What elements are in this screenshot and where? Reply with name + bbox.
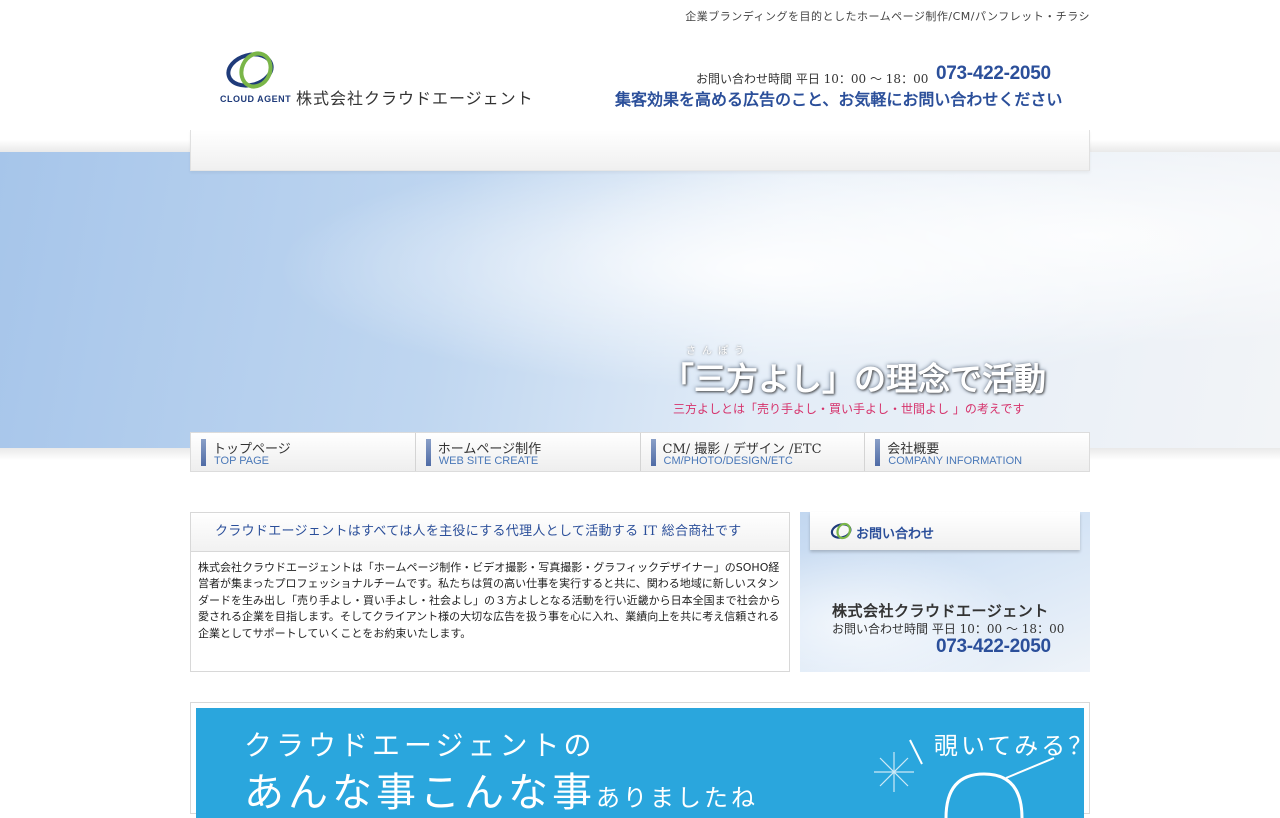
- banner-line2: あんな事こんな事ありましたね: [244, 760, 758, 818]
- nav-bar-icon: [201, 439, 206, 466]
- nav-label-en: WEB SITE CREATE: [438, 455, 539, 467]
- intro-heading: クラウドエージェントはすべては人を主役にする代理人として活動する IT 総合商社…: [191, 513, 789, 552]
- works-banner[interactable]: クラウドエージェントの あんな事こんな事ありましたね 覗いてみる？: [196, 708, 1084, 818]
- contact-box-title: お問い合わせ: [856, 527, 935, 542]
- contact-pitch: 集客効果を高める広告のこと、お気軽にお問い合わせください: [615, 90, 1063, 109]
- nav-label-en: CM/PHOTO/DESIGN/ETC: [663, 455, 793, 467]
- nav-label-en: TOP PAGE: [214, 455, 270, 467]
- hero-top-strip: [190, 130, 1090, 171]
- contact-box[interactable]: お問い合わせ 株式会社クラウドエージェント お問い合わせ時間 平日 10：00 …: [800, 512, 1090, 672]
- hero-title: 「三方よし」の理念で活動: [662, 360, 1047, 398]
- banner-line2-small: ありましたね: [596, 784, 758, 812]
- cloud-agent-logo-icon: [830, 522, 852, 540]
- company-name: 株式会社クラウドエージェント: [296, 89, 534, 108]
- logo-text: CLOUD AGENT: [220, 94, 292, 104]
- hero-subtitle: 三方よしとは「売り手よし・買い手よし・世間よし 」の考えです: [673, 402, 1025, 416]
- banner-line2-main: あんな事こんな事: [244, 770, 596, 816]
- nav-label-en: COMPANY INFORMATION: [888, 455, 1023, 467]
- contact-phone[interactable]: 073-422-2050: [936, 63, 1051, 85]
- nav-item-cm[interactable]: CM/ 撮影 / デザイン /ETC CM/PHOTO/DESIGN/ETC: [641, 433, 866, 471]
- banner-frame: クラウドエージェントの あんな事こんな事ありましたね 覗いてみる？: [190, 702, 1090, 818]
- logo[interactable]: CLOUD AGENT: [220, 50, 291, 106]
- tagline: 企業ブランディングを目的としたホームページ制作/CM/パンフレット・チラシ: [685, 10, 1090, 23]
- nav-item-company[interactable]: 会社概要 COMPANY INFORMATION: [865, 433, 1089, 471]
- banner-line1: クラウドエージェントの: [244, 729, 596, 762]
- sparkle-icon: [874, 739, 1055, 818]
- contact-box-hours: お問い合わせ時間 平日 10：00 ～ 18：00: [832, 622, 1065, 636]
- contact-hours: お問い合わせ時間 平日 10：00 ～ 18：00: [696, 72, 929, 86]
- intro-body: 株式会社クラウドエージェントは「ホームページ制作・ビデオ撮影・写真撮影・グラフィ…: [198, 561, 781, 640]
- nav-bar-icon: [425, 439, 431, 466]
- contact-box-phone[interactable]: 073-422-2050: [936, 636, 1051, 658]
- nav-bar-icon: [650, 439, 656, 466]
- intro-section: クラウドエージェントはすべては人を主役にする代理人として活動する IT 総合商社…: [190, 512, 790, 672]
- hero-banner: [0, 140, 1280, 460]
- global-nav: トップページ TOP PAGE ホームページ制作 WEB SITE CREATE…: [190, 432, 1090, 472]
- cloud-agent-logo-icon: [226, 51, 274, 89]
- nav-bar-icon: [875, 439, 881, 466]
- banner-peek-label: 覗いてみる？: [934, 732, 1084, 760]
- contact-box-company: 株式会社クラウドエージェント: [832, 602, 1049, 620]
- nav-item-top[interactable]: トップページ TOP PAGE: [191, 433, 416, 471]
- contact-box-header: お問い合わせ: [810, 512, 1080, 550]
- nav-item-web[interactable]: ホームページ制作 WEB SITE CREATE: [416, 433, 641, 471]
